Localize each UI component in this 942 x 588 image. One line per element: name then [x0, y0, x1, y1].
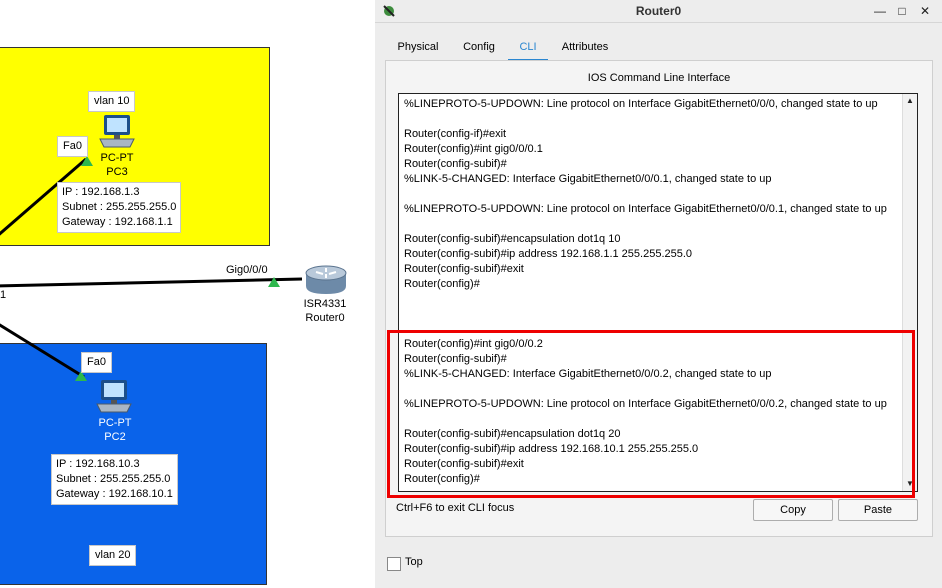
cli-line: Router(config-subif)#exit	[404, 263, 524, 275]
maximize-icon[interactable]: □	[894, 3, 910, 19]
pc3-type: PC-PT	[100, 152, 134, 164]
router-name: Router0	[305, 312, 345, 324]
cli-line	[404, 217, 887, 232]
tab-config[interactable]: Config	[459, 36, 499, 59]
top-checkbox[interactable]	[387, 557, 401, 571]
cli-line: Router(config-if)#exit	[404, 128, 507, 140]
cli-focus-hint: Ctrl+F6 to exit CLI focus	[396, 502, 515, 514]
pc3-port-label: Fa0	[57, 136, 88, 157]
pc3-icon[interactable]	[98, 112, 136, 155]
cli-line: Router(config-subif)#encapsulation dot1q…	[404, 233, 621, 245]
pc2-gateway: Gateway : 192.168.10.1	[56, 488, 173, 500]
cli-heading: IOS Command Line Interface	[587, 72, 731, 84]
pc2-port-label: Fa0	[81, 352, 112, 373]
pc2-ip: IP : 192.168.10.3	[56, 458, 140, 470]
pc3-info-box: IP : 192.168.1.3 Subnet : 255.255.255.0 …	[57, 182, 182, 233]
close-icon[interactable]: ✕	[917, 3, 933, 19]
stray-port-label: 1	[0, 289, 7, 301]
pc2-vlan-label: vlan 20	[89, 545, 137, 566]
cli-line: %LINEPROTO-5-UPDOWN: Line protocol on In…	[404, 98, 878, 110]
tab-physical[interactable]: Physical	[395, 36, 441, 59]
pc3-vlan-label: vlan 10	[88, 91, 136, 112]
red-highlight-box	[387, 330, 915, 498]
cli-line: Router(config-subif)#ip address 192.168.…	[404, 248, 693, 260]
pc3-name: PC3	[106, 166, 128, 178]
pc3-ip: IP : 192.168.1.3	[62, 186, 140, 198]
pc2-name: PC2	[104, 431, 126, 443]
pc3-subnet: Subnet : 255.255.255.0	[62, 201, 177, 213]
pc2-icon[interactable]	[95, 377, 133, 420]
cli-line	[404, 112, 887, 127]
router-window: Router0 — □ ✕ Physical Config CLI Attrib…	[375, 0, 942, 588]
scroll-up-arrow-icon[interactable]: ▲	[905, 96, 915, 106]
pc2-subnet: Subnet : 255.255.255.0	[56, 473, 171, 485]
cli-line	[404, 187, 887, 202]
cli-line: %LINEPROTO-5-UPDOWN: Line protocol on In…	[404, 203, 887, 215]
copy-button[interactable]: Copy	[753, 499, 833, 521]
cable-pc2	[0, 323, 85, 379]
router-model: ISR4331	[303, 298, 347, 310]
cli-line: Router(config)#	[404, 278, 480, 290]
cable-router	[0, 277, 303, 288]
topology-canvas[interactable]: vlan 10 Fa0 PC-PT PC3 IP : 192.168.1.3 S…	[0, 0, 375, 588]
window-title: Router0	[635, 4, 682, 18]
router-port-label: Gig0/0/0	[226, 264, 268, 276]
pc2-info-box: IP : 192.168.10.3 Subnet : 255.255.255.0…	[51, 454, 178, 505]
cli-line	[404, 292, 887, 307]
cli-line: Router(config-subif)#	[404, 158, 507, 170]
router-icon[interactable]	[303, 264, 349, 301]
top-checkbox-label: Top	[405, 556, 423, 568]
tab-cli[interactable]: CLI	[508, 36, 548, 61]
cli-line	[404, 307, 887, 322]
minimize-icon[interactable]: —	[872, 3, 888, 19]
pc2-type: PC-PT	[98, 417, 132, 429]
tab-attributes[interactable]: Attributes	[559, 36, 611, 59]
window-titlebar[interactable]: Router0 — □ ✕	[375, 0, 942, 23]
cli-line: Router(config)#int gig0/0/0.1	[404, 143, 543, 155]
paste-button[interactable]: Paste	[838, 499, 918, 521]
pc3-gateway: Gateway : 192.168.1.1	[62, 216, 173, 228]
cli-line: %LINK-5-CHANGED: Interface GigabitEthern…	[404, 173, 772, 185]
